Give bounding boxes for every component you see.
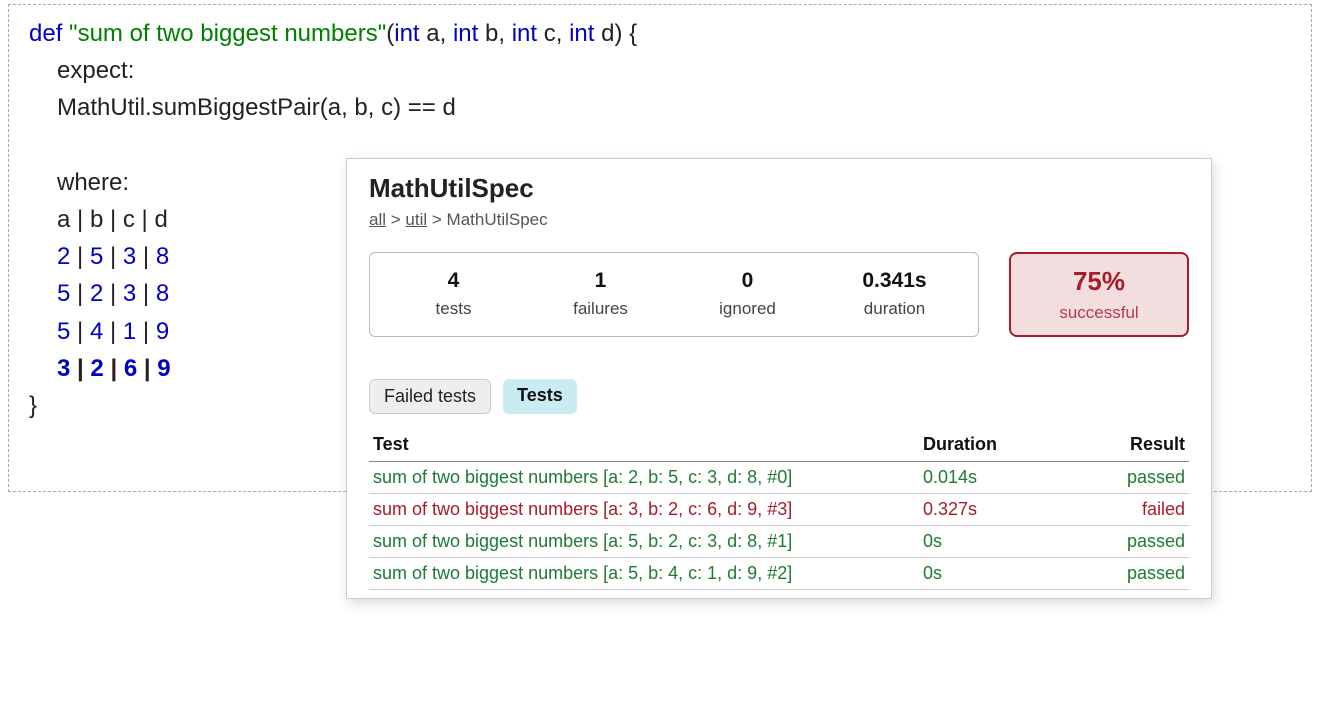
success-percent: 75%	[1017, 266, 1181, 297]
test-row: sum of two biggest numbers [a: 2, b: 5, …	[369, 462, 1189, 494]
tests-table: Test Duration Result sum of two biggest …	[369, 428, 1189, 590]
keyword-def: def	[29, 20, 62, 47]
test-report-panel: MathUtilSpec all > util > MathUtilSpec 4…	[346, 158, 1212, 599]
tabs: Failed tests Tests	[369, 379, 1189, 414]
col-test: Test	[369, 428, 919, 462]
crumb-leaf: MathUtilSpec	[447, 210, 548, 229]
test-duration: 0s	[919, 526, 1079, 558]
method-name: "sum of two biggest numbers"	[69, 20, 386, 47]
test-result: passed	[1079, 526, 1189, 558]
test-name: sum of two biggest numbers [a: 2, b: 5, …	[369, 462, 919, 494]
stats-row: 4 tests 1 failures 0 ignored 0.341s dura…	[369, 252, 1189, 337]
stat-ignored: 0 ignored	[674, 269, 821, 320]
test-name: sum of two biggest numbers [a: 5, b: 2, …	[369, 526, 919, 558]
keyword-int: int	[394, 20, 419, 47]
tab-tests[interactable]: Tests	[503, 379, 577, 414]
crumb-sep: >	[391, 210, 406, 229]
test-row: sum of two biggest numbers [a: 5, b: 4, …	[369, 558, 1189, 590]
tab-failed-tests[interactable]: Failed tests	[369, 379, 491, 414]
test-duration: 0.327s	[919, 494, 1079, 526]
close-paren-brace: ) {	[614, 20, 637, 47]
code-line-def: def "sum of two biggest numbers"(int a, …	[29, 15, 1291, 52]
test-duration: 0s	[919, 558, 1079, 590]
code-line-assert: MathUtil.sumBiggestPair(a, b, c) == d	[29, 89, 1291, 126]
test-duration: 0.014s	[919, 462, 1079, 494]
report-title: MathUtilSpec	[369, 173, 1189, 204]
test-name: sum of two biggest numbers [a: 3, b: 2, …	[369, 494, 919, 526]
tests-table-header: Test Duration Result	[369, 428, 1189, 462]
col-result: Result	[1079, 428, 1189, 462]
test-row: sum of two biggest numbers [a: 5, b: 2, …	[369, 526, 1189, 558]
test-result: failed	[1079, 494, 1189, 526]
breadcrumb: all > util > MathUtilSpec	[369, 210, 1189, 230]
stats-box: 4 tests 1 failures 0 ignored 0.341s dura…	[369, 252, 979, 337]
stat-duration: 0.341s duration	[821, 269, 968, 320]
test-result: passed	[1079, 462, 1189, 494]
success-box: 75% successful	[1009, 252, 1189, 337]
crumb-util[interactable]: util	[405, 210, 427, 229]
crumb-all[interactable]: all	[369, 210, 386, 229]
col-duration: Duration	[919, 428, 1079, 462]
test-result: passed	[1079, 558, 1189, 590]
test-row: sum of two biggest numbers [a: 3, b: 2, …	[369, 494, 1189, 526]
test-name: sum of two biggest numbers [a: 5, b: 4, …	[369, 558, 919, 590]
stat-failures: 1 failures	[527, 269, 674, 320]
success-label: successful	[1017, 303, 1181, 323]
code-line-expect: expect:	[29, 52, 1291, 89]
crumb-sep: >	[432, 210, 447, 229]
stat-tests: 4 tests	[380, 269, 527, 320]
